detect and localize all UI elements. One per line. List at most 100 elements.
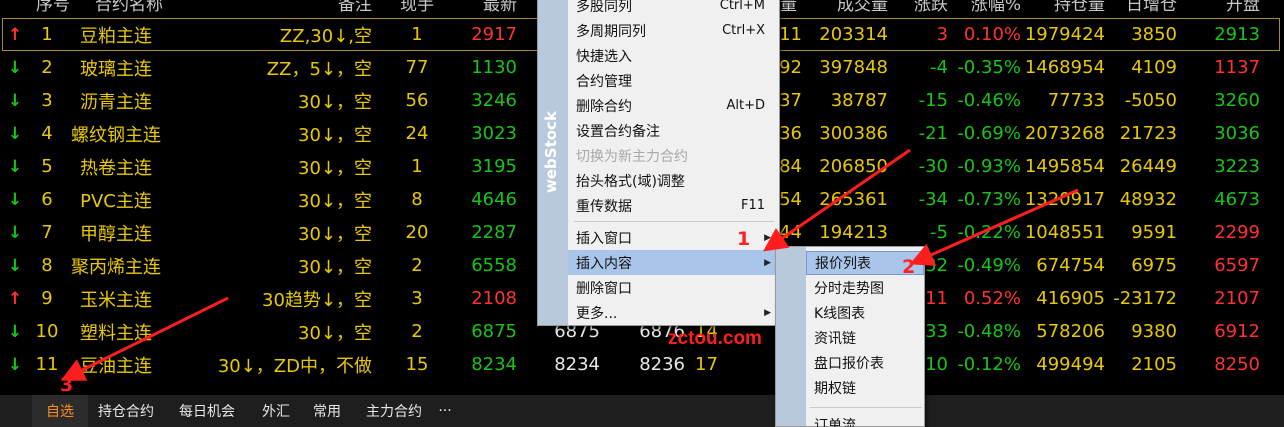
trend-arrow: ↓: [7, 123, 23, 144]
oi-change: -23172: [1113, 288, 1177, 309]
trend-arrow: ↓: [7, 90, 23, 111]
menu-item[interactable]: 快捷选入: [568, 43, 779, 68]
menu-item[interactable]: 删除合约 Alt+D: [568, 93, 779, 118]
watermark: zctou.com: [668, 328, 762, 349]
header-last[interactable]: 最新: [460, 0, 517, 14]
submenu-arrow-icon: ▶: [764, 232, 771, 243]
menu-item[interactable]: 重传数据 F11: [568, 193, 779, 218]
contract-note: 30↓，空: [298, 157, 372, 179]
change-pct: -0.69%: [957, 123, 1021, 144]
change-pct: -0.48%: [957, 321, 1021, 342]
menu-item[interactable]: 多周期同列 Ctrl+X: [568, 18, 779, 43]
open-price: 6597: [1214, 255, 1260, 276]
menu-item-label: 插入内容: [576, 255, 632, 272]
submenu-item[interactable]: 订单流: [806, 413, 924, 427]
submenu-item-label: K线图表: [814, 306, 866, 322]
submenu-item[interactable]: 盘口报价表: [806, 351, 924, 375]
submenu-item[interactable]: 期权链: [806, 376, 924, 400]
contract-note: 30趋势↓，空: [262, 289, 372, 311]
contract-note: 30↓，空: [298, 322, 372, 344]
tab-item[interactable]: 常用: [304, 395, 350, 427]
contract-note: ZZ，5↓，空: [266, 58, 372, 80]
menu-side-strip: webStock: [538, 0, 568, 325]
partial-volume-right: 84: [779, 156, 802, 177]
menu-item[interactable]: 抬头格式(域)调整: [568, 168, 779, 193]
menu-item[interactable]: 合约管理: [568, 68, 779, 93]
current-qty: 3: [411, 288, 423, 309]
tab-more[interactable]: ···: [434, 395, 456, 427]
menu-item-label: 删除合约: [576, 98, 632, 115]
partial-volume-right: 36: [779, 123, 802, 144]
contract-note: 30↓，ZD中，不做: [217, 355, 372, 377]
header-volume[interactable]: 成交量: [810, 0, 888, 14]
header-oi-change[interactable]: 日增仓: [1110, 0, 1177, 14]
annotation-number-3: 3: [60, 374, 74, 396]
quote-row[interactable]: ↓ 11 豆油主连 30↓，ZD中，不做 15 8234 8234 8236 17 -10 -0.1…: [0, 348, 1284, 381]
change-pct: -0.22%: [957, 222, 1021, 243]
header-open-interest[interactable]: 持仓量: [1025, 0, 1105, 14]
partial-volume-right: 44: [779, 222, 802, 243]
submenu-item[interactable]: 资讯链: [806, 326, 924, 350]
menu-item[interactable]: 更多... ▶: [568, 300, 779, 325]
volume: 203314: [819, 24, 888, 45]
menu-item[interactable]: 删除窗口: [568, 275, 779, 300]
open-price: 2107: [1214, 288, 1260, 309]
header-qty[interactable]: 现手: [392, 0, 442, 14]
current-qty: 2: [411, 321, 423, 342]
partial-volume-right: 37: [779, 90, 802, 111]
menu-item[interactable]: 多股同列 Ctrl+M: [568, 0, 779, 18]
last-price: 2917: [471, 24, 517, 45]
tab-item[interactable]: 外汇: [252, 395, 300, 427]
submenu-item-label: 盘口报价表: [814, 356, 884, 372]
open-price: 3260: [1214, 90, 1260, 111]
contract-name: 聚丙烯主连: [71, 256, 161, 278]
menu-item-label: 多股同列: [576, 0, 632, 15]
current-qty: 2: [411, 255, 423, 276]
current-qty: 8: [411, 189, 423, 210]
current-qty: 77: [405, 57, 429, 78]
open-interest: 578206: [1036, 321, 1105, 342]
submenu-separator: [810, 407, 922, 408]
change: -34: [918, 189, 948, 210]
open-interest: 1979424: [1024, 24, 1105, 45]
menu-item[interactable]: 设置合约备注: [568, 118, 779, 143]
change-pct: -0.35%: [957, 57, 1021, 78]
current-qty: 20: [405, 222, 429, 243]
menu-item: 切换为新主力合约: [568, 143, 779, 168]
last-price: 2108: [471, 288, 517, 309]
submenu-item[interactable]: 分时走势图: [806, 276, 924, 300]
ask-price: 8236: [639, 354, 685, 375]
header-seq[interactable]: 序号: [28, 0, 78, 14]
submenu-side-strip: [776, 247, 806, 426]
tab-item[interactable]: 每日机会: [168, 395, 246, 427]
annotation-number-1: 1: [737, 228, 751, 250]
open-interest: 1468954: [1024, 57, 1105, 78]
tab-item[interactable]: 自选: [32, 395, 88, 427]
open-interest: 674754: [1036, 255, 1105, 276]
menu-item-label: 抬头格式(域)调整: [576, 173, 685, 190]
volume: 265361: [819, 189, 888, 210]
menu-item[interactable]: 插入内容 ▶: [568, 250, 779, 275]
trend-arrow: ↓: [7, 255, 23, 276]
current-qty: 1: [411, 24, 423, 45]
tab-item[interactable]: 持仓合约: [88, 395, 164, 427]
submenu-item[interactable]: K线图表: [806, 301, 924, 325]
current-qty: 15: [405, 354, 429, 375]
change-pct: -0.46%: [957, 90, 1021, 111]
header-change[interactable]: 涨跌: [900, 0, 948, 14]
header-change-pct[interactable]: 涨幅%: [955, 0, 1021, 14]
submenu-item-label: 报价列表: [815, 256, 871, 272]
header-name[interactable]: 合约名称: [84, 0, 174, 14]
volume: 397848: [819, 57, 888, 78]
submenu-item-label: 资讯链: [814, 331, 856, 347]
oi-change: 6975: [1131, 255, 1177, 276]
header-open[interactable]: 开盘: [1190, 0, 1260, 14]
last-price: 3246: [471, 90, 517, 111]
open-interest: 1320917: [1024, 189, 1105, 210]
header-note[interactable]: 备注: [300, 0, 372, 14]
current-qty: 24: [405, 123, 429, 144]
menu-item-label: 更多...: [576, 305, 618, 322]
tab-item[interactable]: 主力合约: [356, 395, 432, 427]
header-vol-unit[interactable]: 量: [780, 0, 810, 14]
volume: 206850: [819, 156, 888, 177]
